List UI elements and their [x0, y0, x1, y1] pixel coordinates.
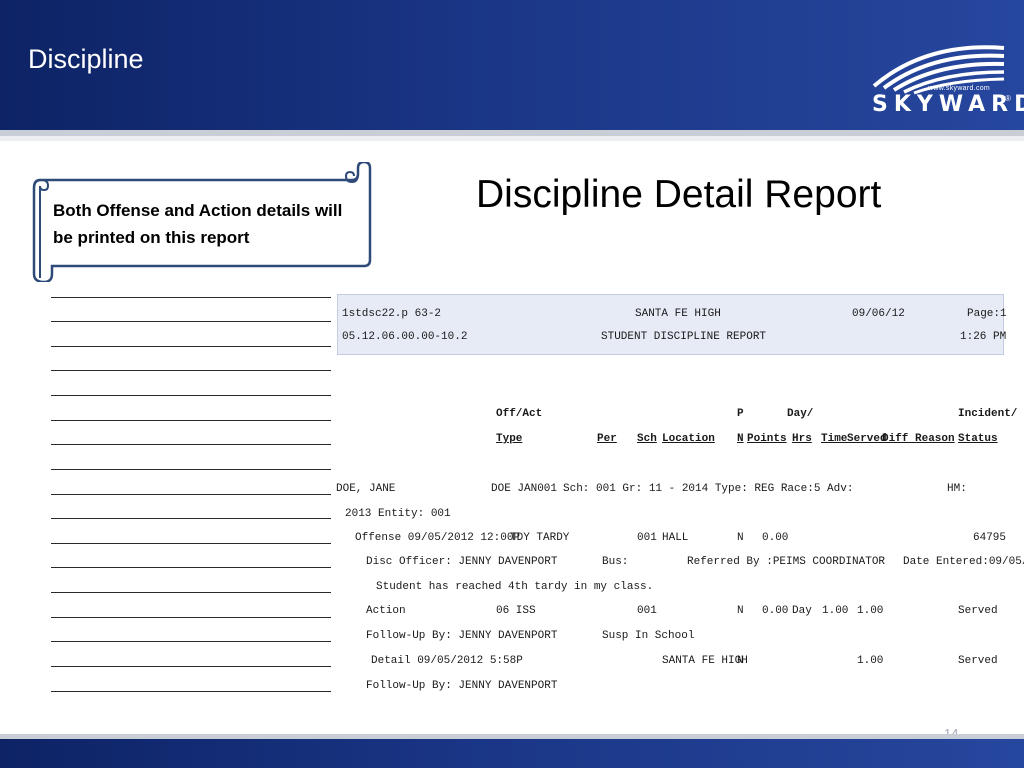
- col-per: Per: [597, 433, 617, 445]
- report-school: SANTA FE HIGH: [635, 308, 721, 320]
- header-divider-light: [0, 136, 1024, 141]
- blank-rule-line: [51, 518, 331, 519]
- blank-rule-line: [51, 592, 331, 593]
- detail-school: SANTA FE HIGH: [662, 655, 748, 667]
- report-page: Page:1: [967, 308, 1007, 320]
- col-sch: Sch: [637, 433, 657, 445]
- offense-label: Offense 09/05/2012 12:00P: [355, 532, 521, 544]
- offense-location: HALL: [662, 532, 689, 544]
- action-served: 1.00: [857, 605, 884, 617]
- action-points: 0.00: [762, 605, 789, 617]
- col-status: Status: [958, 433, 998, 445]
- blank-rule-line: [51, 543, 331, 544]
- blank-rule-line: [51, 321, 331, 322]
- logo-registered-mark: ®: [1005, 94, 1011, 103]
- detail-status: Served: [958, 655, 998, 667]
- action-day: Day: [792, 605, 812, 617]
- followup-2: Follow-Up By: JENNY DAVENPORT: [366, 680, 558, 692]
- blank-rule-line: [51, 297, 331, 298]
- referred-by: Referred By :PEIMS COORDINATOR: [687, 556, 886, 568]
- col-n: N: [737, 433, 744, 445]
- blank-rule-line: [51, 370, 331, 371]
- col-location: Location: [662, 433, 715, 445]
- followup-1: Follow-Up By: JENNY DAVENPORT: [366, 630, 558, 642]
- col-day: Day/: [787, 408, 814, 420]
- slide-footer: [0, 739, 1024, 768]
- student-info: Sch: 001 Gr: 11 - 2014 Type: REG Race:5 …: [563, 483, 854, 495]
- col-off-act: Off/Act: [496, 408, 543, 420]
- report-program: 1stdsc22.p 63-2: [342, 308, 442, 320]
- col-incident: Incident/: [958, 408, 1018, 420]
- col-points: Points: [747, 433, 787, 445]
- bus-field: Bus:: [602, 556, 629, 568]
- report-name: STUDENT DISCIPLINE REPORT: [601, 331, 767, 343]
- offense-points: 0.00: [762, 532, 789, 544]
- col-type: Type: [496, 433, 523, 445]
- col-served: Served: [847, 433, 887, 445]
- col-time: Time: [821, 433, 848, 445]
- action-status: Served: [958, 605, 998, 617]
- blank-rule-line: [51, 346, 331, 347]
- report-date: 09/06/12: [852, 308, 905, 320]
- blank-rule-line: [51, 691, 331, 692]
- offense-code: TDY TARDY: [510, 532, 570, 544]
- blank-rule-line: [51, 567, 331, 568]
- report-title: Discipline Detail Report: [476, 173, 882, 216]
- offense-sch: 001: [637, 532, 657, 544]
- blank-rule-line: [51, 395, 331, 396]
- student-hm: HM:: [947, 483, 967, 495]
- action-n: N: [737, 605, 744, 617]
- action-label: Action: [366, 605, 406, 617]
- report-version: 05.12.06.00.00-10.2: [342, 331, 468, 343]
- date-entered: Date Entered:09/05/12: [903, 556, 1024, 568]
- offense-comment: Student has reached 4th tardy in my clas…: [376, 581, 654, 593]
- action-time: 1.00: [822, 605, 849, 617]
- blank-rule-line: [51, 494, 331, 495]
- student-name: DOE, JANE: [336, 483, 396, 495]
- slide-title: Discipline: [28, 44, 144, 74]
- col-diff-reason: Diff Reason: [882, 433, 955, 445]
- detail-served: 1.00: [857, 655, 884, 667]
- col-hrs: Hrs: [792, 433, 812, 445]
- callout-text: Both Offense and Action details will be …: [53, 201, 343, 247]
- action-code: 06 ISS: [496, 605, 536, 617]
- detail-n: N: [737, 655, 744, 667]
- report-header-box: 1stdsc22.p 63-2 05.12.06.00.00-10.2 SANT…: [337, 294, 1007, 355]
- offense-incident: 64795: [973, 532, 1007, 544]
- student-id: DOE JAN001: [491, 483, 558, 495]
- col-p: P: [737, 408, 744, 420]
- blank-rule-line: [51, 666, 331, 667]
- susp-in-school: Susp In School: [602, 630, 695, 642]
- blank-rule-line: [51, 617, 331, 618]
- logo-wordmark: SKYWARD: [872, 92, 1024, 117]
- report-time: 1:26 PM: [960, 331, 1007, 343]
- blank-rule-line: [51, 641, 331, 642]
- logo-url: www.skyward.com: [928, 85, 991, 92]
- blank-rule-line: [51, 420, 331, 421]
- entity-line: 2013 Entity: 001: [345, 508, 451, 520]
- disc-officer: Disc Officer: JENNY DAVENPORT: [366, 556, 558, 568]
- offense-n: N: [737, 532, 744, 544]
- action-sch: 001: [637, 605, 657, 617]
- detail-label: Detail 09/05/2012 5:58P: [371, 655, 523, 667]
- blank-rule-line: [51, 444, 331, 445]
- blank-rule-line: [51, 469, 331, 470]
